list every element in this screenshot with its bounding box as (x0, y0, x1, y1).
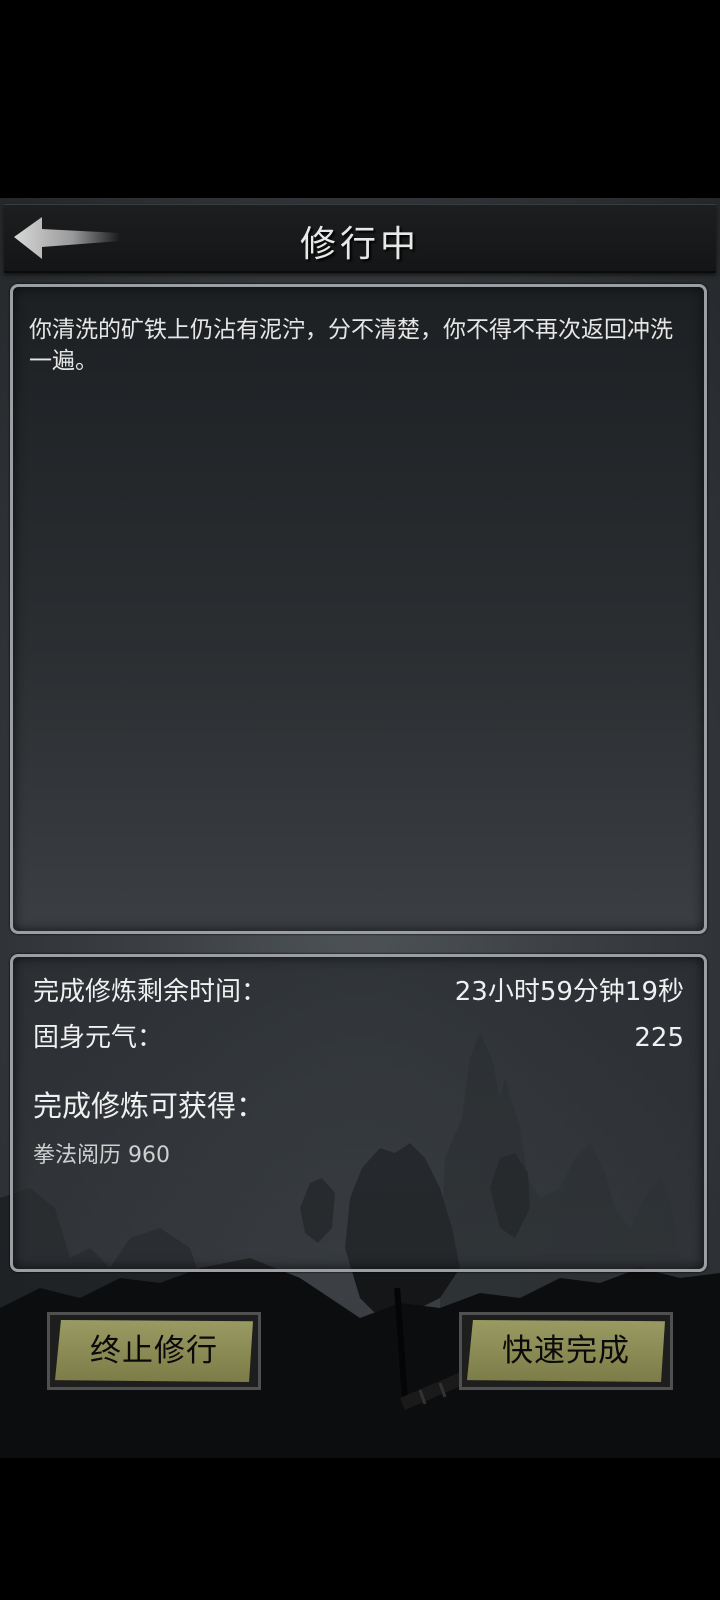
story-text: 你清洗的矿铁上仍沾有泥泞，分不清楚，你不得不再次返回冲洗一遍。 (29, 317, 673, 374)
story-log-panel: 你清洗的矿铁上仍沾有泥泞，分不清楚，你不得不再次返回冲洗一遍。 (10, 284, 707, 934)
qi-value: 225 (634, 1023, 684, 1053)
quick-complete-button[interactable]: 快速完成 (459, 1312, 673, 1390)
reward-heading: 完成修炼可获得： (33, 1089, 266, 1123)
page-title: 修行中 (299, 224, 420, 265)
remaining-time-label: 完成修炼剩余时间： (33, 977, 268, 1007)
stop-cultivation-button[interactable]: 终止修行 (47, 1312, 261, 1390)
cultivation-info-panel: 完成修炼剩余时间： 23小时59分钟19秒 固身元气： 225 完成修炼可获得：… (10, 954, 707, 1272)
quick-complete-label: 快速完成 (502, 1333, 630, 1369)
reward-item: 拳法阅历 960 (33, 1143, 170, 1168)
title-bar: 修行中 (4, 204, 716, 273)
remaining-time-value: 23小时59分钟19秒 (454, 977, 684, 1007)
game-screen: 修行中 你清洗的矿铁上仍沾有泥泞，分不清楚，你不得不再次返回冲洗一遍。 完成修炼… (0, 0, 720, 1600)
stop-cultivation-label: 终止修行 (90, 1333, 218, 1369)
qi-label: 固身元气： (33, 1023, 164, 1053)
